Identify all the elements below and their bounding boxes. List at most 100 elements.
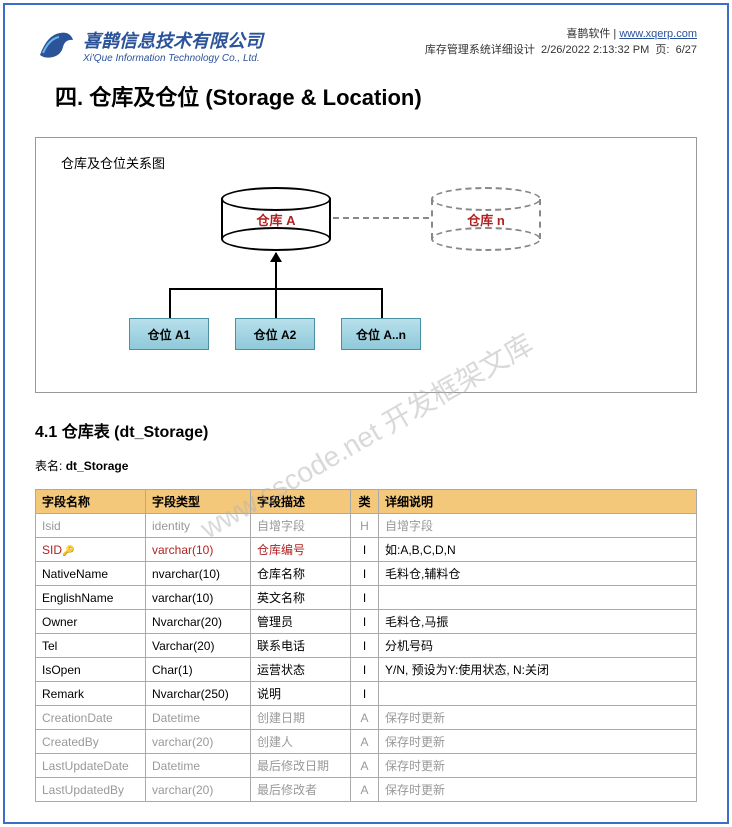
cell-detail: 自增字段 bbox=[379, 514, 697, 538]
cell-detail: 如:A,B,C,D,N bbox=[379, 538, 697, 562]
cell-type: Datetime bbox=[146, 706, 251, 730]
th-cat: 类 bbox=[351, 490, 379, 514]
cell-desc: 说明 bbox=[251, 682, 351, 706]
cell-cat: I bbox=[351, 562, 379, 586]
cell-name: NativeName bbox=[36, 562, 146, 586]
schema-table: 字段名称 字段类型 字段描述 类 详细说明 Isididentity自增字段H自… bbox=[35, 489, 697, 802]
cell-desc: 创建人 bbox=[251, 730, 351, 754]
cell-name: EnglishName bbox=[36, 586, 146, 610]
cell-cat: I bbox=[351, 538, 379, 562]
logo-area: 喜鹊信息技术有限公司 Xi'Que Information Technology… bbox=[35, 25, 263, 65]
cell-detail: 保存时更新 bbox=[379, 706, 697, 730]
cell-cat: A bbox=[351, 730, 379, 754]
table-row: EnglishNamevarchar(10)英文名称I bbox=[36, 586, 697, 610]
page-number: 6/27 bbox=[676, 44, 697, 56]
cell-name: Tel bbox=[36, 634, 146, 658]
vline2 bbox=[275, 288, 277, 318]
table-name-line: 表名: dt_Storage bbox=[35, 457, 697, 474]
cell-cat: A bbox=[351, 778, 379, 802]
diagram-container: 仓库及仓位关系图 仓库 A 仓库 n 仓位 A1 仓位 A2 仓位 A..n bbox=[35, 137, 697, 393]
cell-detail: 保存时更新 bbox=[379, 778, 697, 802]
cell-name: IsOpen bbox=[36, 658, 146, 682]
th-detail: 详细说明 bbox=[379, 490, 697, 514]
cell-cat: I bbox=[351, 682, 379, 706]
datetime: 2/26/2022 2:13:32 PM bbox=[541, 44, 649, 56]
cell-detail: Y/N, 预设为Y:使用状态, N:关闭 bbox=[379, 658, 697, 682]
website-link[interactable]: www.xqerp.com bbox=[619, 28, 697, 40]
cell-type: Nvarchar(250) bbox=[146, 682, 251, 706]
cell-desc: 自增字段 bbox=[251, 514, 351, 538]
th-type: 字段类型 bbox=[146, 490, 251, 514]
vline1 bbox=[169, 288, 171, 318]
table-row: SID🔑varchar(10)仓库编号I如:A,B,C,D,N bbox=[36, 538, 697, 562]
doc-title: 库存管理系统详细设计 bbox=[425, 44, 535, 56]
brand-label: 喜鹊软件 bbox=[566, 28, 610, 40]
dashed-connector bbox=[333, 217, 429, 219]
cell-type: varchar(20) bbox=[146, 778, 251, 802]
cell-type: Datetime bbox=[146, 754, 251, 778]
vline3 bbox=[381, 288, 383, 318]
table-row: RemarkNvarchar(250)说明I bbox=[36, 682, 697, 706]
storage-a-cylinder: 仓库 A bbox=[221, 187, 331, 251]
table-name-label: 表名: bbox=[35, 459, 62, 473]
cell-cat: I bbox=[351, 658, 379, 682]
diagram-title: 仓库及仓位关系图 bbox=[61, 153, 671, 172]
cell-detail: 分机号码 bbox=[379, 634, 697, 658]
table-name-value: dt_Storage bbox=[66, 459, 129, 473]
cell-type: varchar(10) bbox=[146, 586, 251, 610]
cell-cat: I bbox=[351, 610, 379, 634]
cell-type: Char(1) bbox=[146, 658, 251, 682]
page-header: 喜鹊信息技术有限公司 Xi'Que Information Technology… bbox=[35, 25, 697, 65]
table-row: OwnerNvarchar(20)管理员I毛料仓,马振 bbox=[36, 610, 697, 634]
cell-name: LastUpdatedBy bbox=[36, 778, 146, 802]
cell-cat: I bbox=[351, 634, 379, 658]
cell-type: identity bbox=[146, 514, 251, 538]
cell-name: LastUpdateDate bbox=[36, 754, 146, 778]
cell-name: Isid bbox=[36, 514, 146, 538]
cell-cat: I bbox=[351, 586, 379, 610]
table-body: Isididentity自增字段H自增字段SID🔑varchar(10)仓库编号… bbox=[36, 514, 697, 802]
cell-name: Owner bbox=[36, 610, 146, 634]
page-label: 页: bbox=[655, 44, 669, 56]
table-row: IsOpenChar(1)运营状态IY/N, 预设为Y:使用状态, N:关闭 bbox=[36, 658, 697, 682]
table-row: LastUpdatedByvarchar(20)最后修改者A保存时更新 bbox=[36, 778, 697, 802]
cell-cat: H bbox=[351, 514, 379, 538]
cell-type: Varchar(20) bbox=[146, 634, 251, 658]
cell-cat: A bbox=[351, 754, 379, 778]
table-row: LastUpdateDateDatetime最后修改日期A保存时更新 bbox=[36, 754, 697, 778]
cell-type: varchar(10) bbox=[146, 538, 251, 562]
company-name-cn: 喜鹊信息技术有限公司 bbox=[83, 27, 263, 53]
location-an-box: 仓位 A..n bbox=[341, 318, 421, 350]
table-row: NativeNamenvarchar(10)仓库名称I毛料仓,辅料仓 bbox=[36, 562, 697, 586]
cell-name: CreationDate bbox=[36, 706, 146, 730]
cell-desc: 管理员 bbox=[251, 610, 351, 634]
cell-name: CreatedBy bbox=[36, 730, 146, 754]
cell-detail: 毛料仓,马振 bbox=[379, 610, 697, 634]
cell-desc: 仓库名称 bbox=[251, 562, 351, 586]
document-page: 喜鹊信息技术有限公司 Xi'Que Information Technology… bbox=[3, 3, 729, 824]
key-icon: 🔑 bbox=[62, 546, 74, 557]
table-row: TelVarchar(20)联系电话I分机号码 bbox=[36, 634, 697, 658]
cell-detail bbox=[379, 586, 697, 610]
cell-detail bbox=[379, 682, 697, 706]
th-name: 字段名称 bbox=[36, 490, 146, 514]
cell-detail: 保存时更新 bbox=[379, 730, 697, 754]
table-row: CreationDateDatetime创建日期A保存时更新 bbox=[36, 706, 697, 730]
arrow-up-icon bbox=[275, 253, 277, 288]
storage-n-label: 仓库 n bbox=[431, 199, 541, 239]
table-row: CreatedByvarchar(20)创建人A保存时更新 bbox=[36, 730, 697, 754]
section-heading: 4.1 仓库表 (dt_Storage) bbox=[35, 418, 697, 442]
cell-type: nvarchar(10) bbox=[146, 562, 251, 586]
storage-a-label: 仓库 A bbox=[221, 199, 331, 239]
cell-desc: 创建日期 bbox=[251, 706, 351, 730]
cell-desc: 英文名称 bbox=[251, 586, 351, 610]
cell-cat: A bbox=[351, 706, 379, 730]
cell-desc: 仓库编号 bbox=[251, 538, 351, 562]
cell-type: varchar(20) bbox=[146, 730, 251, 754]
cell-name: SID🔑 bbox=[36, 538, 146, 562]
location-a1-box: 仓位 A1 bbox=[129, 318, 209, 350]
header-meta: 喜鹊软件 | www.xqerp.com 库存管理系统详细设计 2/26/202… bbox=[425, 25, 697, 57]
cell-type: Nvarchar(20) bbox=[146, 610, 251, 634]
cell-desc: 最后修改日期 bbox=[251, 754, 351, 778]
table-header-row: 字段名称 字段类型 字段描述 类 详细说明 bbox=[36, 490, 697, 514]
